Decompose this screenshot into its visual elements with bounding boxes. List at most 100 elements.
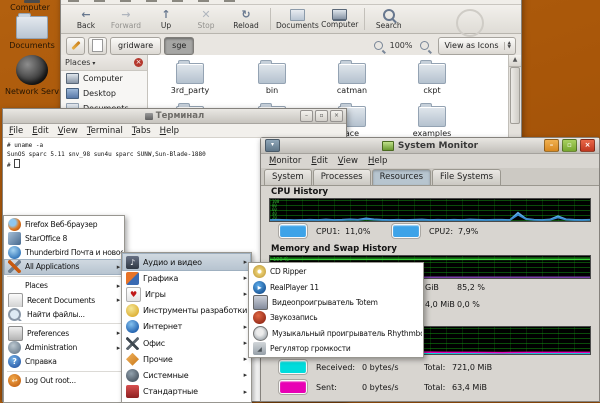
menu-item-firefox-веб-браузер[interactable]: Firefox Веб-браузер — [5, 217, 123, 231]
system-monitor-titlebar[interactable]: System Monitor — [261, 138, 599, 154]
menu-item-log-out-root-[interactable]: Log Out root... — [5, 374, 123, 388]
menu-item-справка[interactable]: Справка — [5, 355, 123, 369]
menu-item-музыкальный-проигрыватель-rhythmbox[interactable]: Музыкальный проигрыватель Rhythmbox — [250, 326, 422, 341]
menu-item-thunderbird-почта-и-новости[interactable]: Thunderbird Почта и новости — [5, 245, 123, 259]
sm-menu-edit[interactable]: Edit — [311, 156, 327, 166]
received-color-swatch[interactable] — [279, 360, 307, 374]
graphics-icon — [126, 272, 139, 285]
menu-item-звукозапись[interactable]: Звукозапись — [250, 310, 422, 325]
minimize-button[interactable] — [544, 139, 559, 152]
menu-item-administration[interactable]: Administration — [5, 341, 123, 355]
sent-color-swatch[interactable] — [279, 380, 307, 394]
cpu1-color-swatch[interactable] — [279, 224, 307, 238]
terminal-menu-file[interactable]: File — [9, 126, 23, 136]
menu-item-all-applications[interactable]: All Applications — [5, 260, 123, 274]
scrollbar-thumb[interactable] — [510, 67, 520, 124]
desktop-icon-network-servers[interactable]: Network Serv — [2, 55, 62, 96]
menu-item-label: Firefox Веб-браузер — [25, 220, 97, 229]
path-button-sge[interactable]: sge — [164, 37, 194, 55]
menu-item-places[interactable]: Places — [5, 279, 123, 293]
toolbar-search-button[interactable]: Search — [370, 6, 408, 32]
menu-item-регулятор-громкости[interactable]: Регулятор громкости — [250, 341, 422, 356]
zoom-in-icon[interactable] — [420, 41, 429, 50]
memory-total-fragment: GiB — [425, 283, 439, 292]
terminal-titlebar[interactable]: Терминал — [3, 109, 346, 124]
menu-item-графика[interactable]: Графика — [123, 270, 250, 286]
menu-item-инструменты-разработки[interactable]: Инструменты разработки — [123, 303, 250, 319]
audio-video-icon — [126, 256, 139, 269]
file-item-3rd-party[interactable]: 3rd_party — [155, 63, 225, 95]
sm-menu-view[interactable]: View — [338, 156, 358, 166]
close-button[interactable] — [330, 110, 343, 122]
maximize-button[interactable] — [315, 110, 328, 122]
menu-item-realplayer-11[interactable]: RealPlayer 11 — [250, 279, 422, 294]
system-monitor-menubar: Monitor Edit View Help — [261, 154, 599, 168]
close-button[interactable] — [580, 139, 595, 152]
back-arrow-icon: ← — [81, 9, 90, 21]
maximize-button[interactable] — [562, 139, 577, 152]
sidebar-item-desktop[interactable]: Desktop — [61, 86, 147, 101]
path-buttons: gridwaresge — [110, 37, 194, 55]
menu-item-стандартные[interactable]: Стандартные — [123, 384, 250, 400]
menu-item-видеопроигрыватель-totem[interactable]: Видеопроигрыватель Totem — [250, 295, 422, 310]
tab-processes[interactable]: Processes — [313, 169, 371, 185]
root-path-button[interactable] — [88, 37, 107, 55]
menu-item-recent-documents[interactable]: Recent Documents — [5, 293, 123, 307]
received-label: Received: — [316, 363, 362, 372]
edit-location-button[interactable] — [66, 37, 85, 55]
cpu-history-header: CPU History — [271, 187, 328, 197]
menu-item-cd-ripper[interactable]: CD Ripper — [250, 264, 422, 279]
desktop: { "desktop": { "icons": [ {"label": "Com… — [0, 0, 600, 400]
sidebar-item-computer[interactable]: Computer — [61, 71, 147, 86]
swap-total-fragment: 4,0 MiB — [425, 300, 455, 309]
terminal-menu-help[interactable]: Help — [160, 126, 179, 136]
totem-icon — [253, 295, 268, 310]
file-item-bin[interactable]: bin — [237, 63, 307, 95]
cpu2-color-swatch[interactable] — [392, 224, 420, 238]
desktop-icon-documents[interactable]: Documents — [2, 16, 62, 50]
toolbar-up-button[interactable]: ↑Up — [147, 6, 185, 32]
folder-icon — [258, 63, 286, 84]
file-item-examples[interactable]: examples — [397, 106, 467, 138]
toolbar-computer-button[interactable]: Computer — [321, 6, 359, 32]
menu-item-найти-файлы-[interactable]: Найти файлы... — [5, 307, 123, 321]
menu-item-preferences[interactable]: Preferences — [5, 326, 123, 340]
menu-item-интернет[interactable]: Интернет — [123, 319, 250, 335]
path-button-gridware[interactable]: gridware — [110, 37, 161, 55]
menu-item-label: Интернет — [143, 322, 182, 331]
staroffice-icon — [8, 232, 21, 245]
sm-menu-monitor[interactable]: Monitor — [269, 156, 301, 166]
menu-item-игры[interactable]: Игры — [123, 286, 250, 302]
zoom-level: 100% — [390, 41, 413, 50]
menu-item-staroffice-8[interactable]: StarOffice 8 — [5, 231, 123, 245]
memory-history-header: Memory and Swap History — [271, 244, 397, 254]
swap-percent: 0,0 % — [457, 300, 480, 309]
menu-item-прочие[interactable]: Прочие — [123, 351, 250, 367]
places-header[interactable]: Places × — [61, 55, 147, 71]
toolbar-reload-button[interactable]: ↻Reload — [227, 6, 265, 32]
view-mode-select[interactable]: View as Icons — [438, 37, 517, 55]
tab-system[interactable]: System — [264, 169, 312, 185]
menu-item-офис[interactable]: Офис — [123, 335, 250, 351]
file-item-ckpt[interactable]: ckpt — [397, 63, 467, 95]
desktop-icon-computer[interactable]: Computer — [0, 0, 60, 12]
sidebar-close-icon[interactable]: × — [134, 58, 143, 67]
toolbar-documents-button[interactable]: Documents — [276, 6, 319, 32]
terminal-menu-tabs[interactable]: Tabs — [132, 126, 151, 136]
sent-total: 63,4 MiB — [452, 383, 487, 392]
tab-file-systems[interactable]: File Systems — [432, 169, 501, 185]
terminal-menu-view[interactable]: View — [58, 126, 78, 136]
terminal-menu-edit[interactable]: Edit — [32, 126, 48, 136]
menu-item-аудио-и-видео[interactable]: Аудио и видео — [123, 254, 250, 270]
tab-resources[interactable]: Resources — [372, 169, 431, 185]
zoom-out-icon[interactable] — [374, 41, 383, 50]
menu-item-label: Звукозапись — [270, 313, 318, 322]
file-item-catman[interactable]: catman — [317, 63, 387, 95]
minimize-button[interactable] — [300, 110, 313, 122]
terminal-menu-terminal[interactable]: Terminal — [87, 126, 123, 136]
menu-item-системные[interactable]: Системные — [123, 367, 250, 383]
menu-item-label: All Applications — [25, 262, 79, 271]
scroll-up-icon[interactable] — [509, 55, 521, 67]
sm-menu-help[interactable]: Help — [368, 156, 387, 166]
toolbar-back-button[interactable]: ←Back — [67, 6, 105, 32]
